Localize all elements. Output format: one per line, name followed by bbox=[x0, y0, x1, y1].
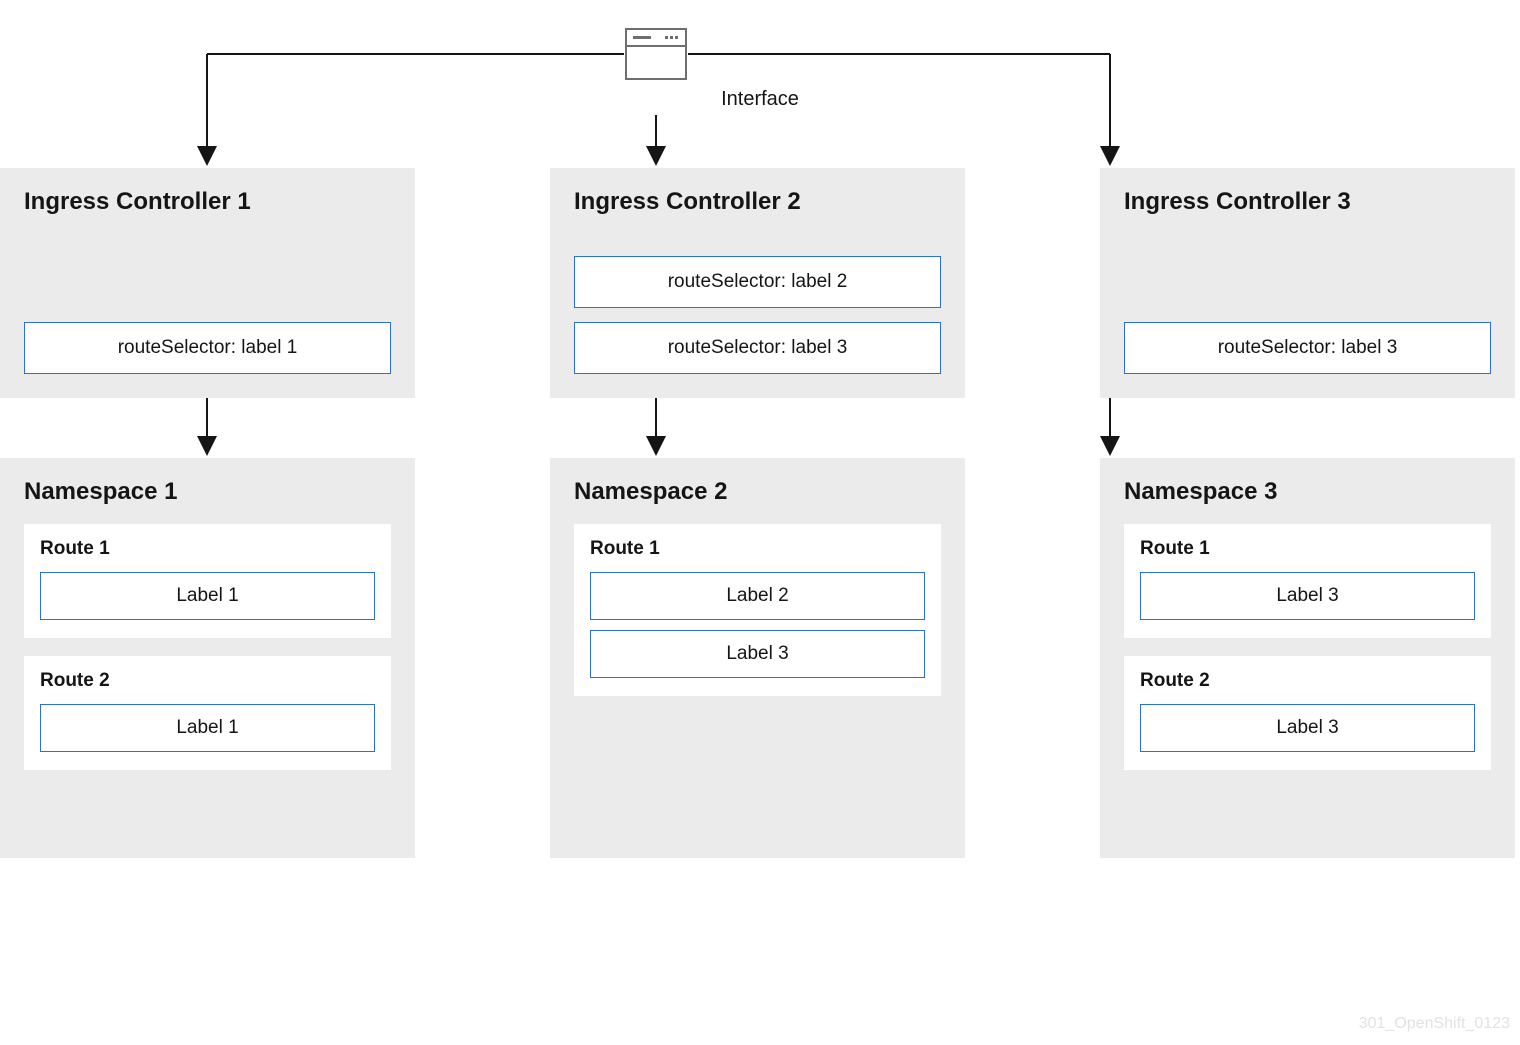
ingress-controller-2: Ingress Controller 2 routeSelector: labe… bbox=[550, 168, 965, 398]
diagram-root: Interface Ingress Controller 1 routeSele… bbox=[0, 0, 1520, 1045]
ingress-title: Ingress Controller 2 bbox=[574, 188, 941, 216]
column-3: Ingress Controller 3 routeSelector: labe… bbox=[1100, 168, 1515, 858]
route-title: Route 1 bbox=[1140, 538, 1475, 560]
route-label: Label 3 bbox=[1140, 572, 1475, 620]
route-title: Route 1 bbox=[590, 538, 925, 560]
route-label: Label 2 bbox=[590, 572, 925, 620]
column-1: Ingress Controller 1 routeSelector: labe… bbox=[0, 168, 415, 858]
ingress-controller-3: Ingress Controller 3 routeSelector: labe… bbox=[1100, 168, 1515, 398]
namespace-title: Namespace 3 bbox=[1124, 478, 1491, 506]
route-box: Route 2 Label 1 bbox=[24, 656, 391, 770]
ingress-controller-1: Ingress Controller 1 routeSelector: labe… bbox=[0, 168, 415, 398]
namespace-1: Namespace 1 Route 1 Label 1 Route 2 Labe… bbox=[0, 458, 415, 858]
route-label: Label 1 bbox=[40, 704, 375, 752]
route-selector: routeSelector: label 3 bbox=[1124, 322, 1491, 374]
columns-container: Ingress Controller 1 routeSelector: labe… bbox=[0, 168, 1520, 858]
watermark-text: 301_OpenShift_0123 bbox=[1359, 1015, 1510, 1033]
route-selector: routeSelector: label 2 bbox=[574, 256, 941, 308]
route-label: Label 1 bbox=[40, 572, 375, 620]
ingress-title: Ingress Controller 1 bbox=[24, 188, 391, 216]
route-box: Route 1 Label 1 bbox=[24, 524, 391, 638]
ingress-title: Ingress Controller 3 bbox=[1124, 188, 1491, 216]
namespace-3: Namespace 3 Route 1 Label 3 Route 2 Labe… bbox=[1100, 458, 1515, 858]
column-2: Ingress Controller 2 routeSelector: labe… bbox=[550, 168, 965, 858]
route-label: Label 3 bbox=[1140, 704, 1475, 752]
route-box: Route 1 Label 2 Label 3 bbox=[574, 524, 941, 696]
interface-icon bbox=[625, 28, 687, 80]
namespace-title: Namespace 1 bbox=[24, 478, 391, 506]
route-title: Route 1 bbox=[40, 538, 375, 560]
interface-label: Interface bbox=[100, 88, 1420, 111]
route-selector: routeSelector: label 1 bbox=[24, 322, 391, 374]
route-selector: routeSelector: label 3 bbox=[574, 322, 941, 374]
route-box: Route 1 Label 3 bbox=[1124, 524, 1491, 638]
route-label: Label 3 bbox=[590, 630, 925, 678]
route-title: Route 2 bbox=[40, 670, 375, 692]
namespace-title: Namespace 2 bbox=[574, 478, 941, 506]
route-box: Route 2 Label 3 bbox=[1124, 656, 1491, 770]
namespace-2: Namespace 2 Route 1 Label 2 Label 3 bbox=[550, 458, 965, 858]
route-title: Route 2 bbox=[1140, 670, 1475, 692]
